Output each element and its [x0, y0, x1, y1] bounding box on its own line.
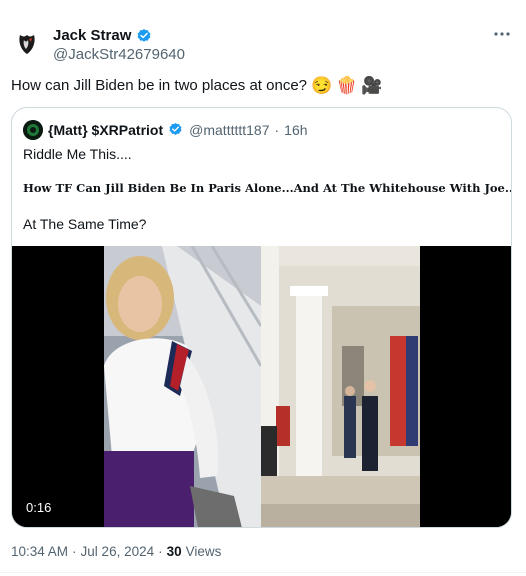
author-display-name[interactable]: Jack Straw [53, 27, 131, 44]
quoted-text-line-2: How TF Can Jill Biden Be In Paris Alone.… [23, 181, 512, 195]
video-duration: 0:16 [22, 499, 56, 516]
quoted-handle[interactable]: @matttttt187 [189, 122, 269, 138]
quoted-header: {Matt} $XRPatriot @matttttt187 · 16h [23, 120, 308, 140]
quoted-text-line-1: Riddle Me This.... [23, 146, 132, 162]
meta-separator-2: · [158, 544, 163, 559]
movie-camera-emoji-icon: 🎥 [361, 76, 383, 95]
quoted-text-line-3: At The Same Time? [23, 216, 147, 232]
tweet-date[interactable]: Jul 26, 2024 [81, 544, 155, 559]
author-avatar[interactable] [12, 29, 42, 59]
author-handle[interactable]: @JackStr42679640 [53, 46, 185, 63]
divider [0, 572, 526, 573]
tweet-text: How can Jill Biden be in two places at o… [11, 77, 383, 94]
more-horizontal-icon[interactable] [490, 28, 514, 44]
tweet-time[interactable]: 10:34 AM [11, 544, 68, 559]
smirk-emoji-icon: 😏 [311, 76, 333, 95]
quoted-time[interactable]: 16h [284, 122, 307, 138]
quoted-display-name[interactable]: {Matt} $XRPatriot [48, 122, 163, 138]
tweet-card: Jack Straw @JackStr42679640 How can Jill… [0, 0, 526, 576]
quoted-avatar[interactable] [23, 120, 43, 140]
meta-separator: · [72, 544, 77, 559]
quoted-tweet[interactable]: {Matt} $XRPatriot @matttttt187 · 16h Rid… [11, 107, 512, 528]
verified-badge-icon [136, 28, 152, 44]
quoted-separator: · [274, 122, 280, 138]
views-count: 30 [166, 544, 182, 559]
author-name-row: Jack Straw [53, 27, 152, 44]
video-player[interactable]: 0:16 [12, 246, 511, 527]
tweet-body: How can Jill Biden be in two places at o… [11, 77, 308, 94]
video-frame [12, 246, 511, 527]
views-label: Views [185, 544, 222, 559]
tweet-meta: 10:34 AM · Jul 26, 2024 · 30 Views [11, 544, 221, 559]
popcorn-emoji-icon: 🍿 [336, 76, 358, 95]
verified-badge-icon [168, 122, 184, 138]
